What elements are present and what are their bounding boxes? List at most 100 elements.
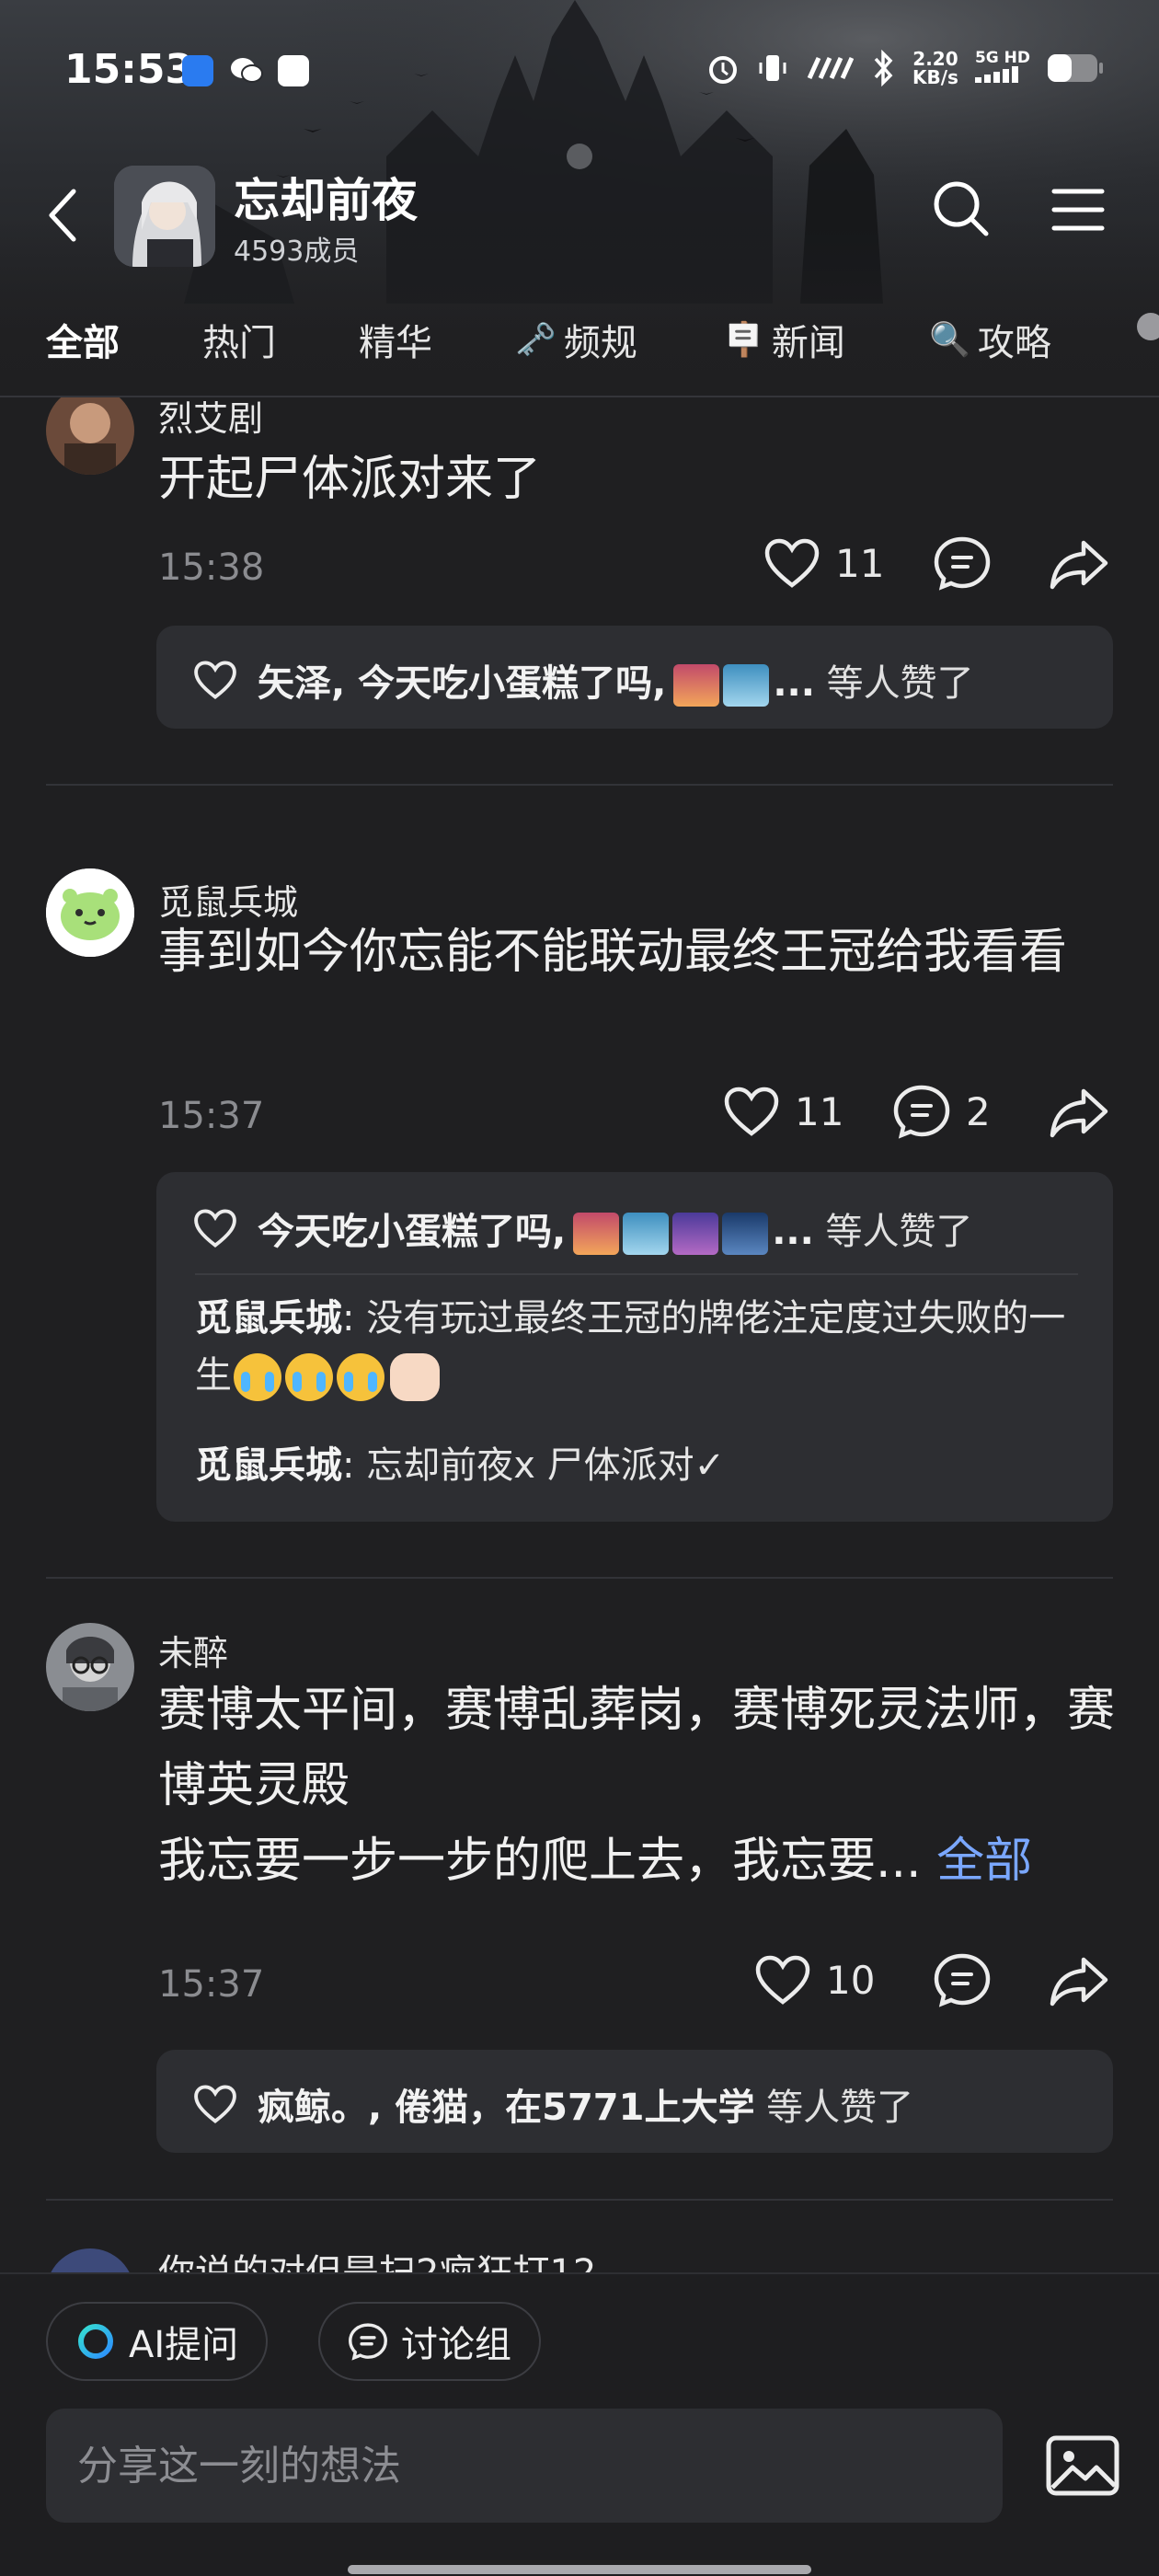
- post-content: 赛博太平间，赛博乱葬岗，赛博死灵法师，赛博英灵殿 我忘要一步一步的爬上去，我忘要…: [158, 1673, 1115, 1899]
- app-notification-icon: [182, 55, 213, 86]
- like-button[interactable]: 10: [754, 1954, 875, 2006]
- liked-by-names: 今天吃小蛋糕了吗,: [258, 1211, 567, 1253]
- crying-face-emoji: [285, 1353, 333, 1401]
- vibrate-icon: [759, 55, 786, 81]
- post-content-line: 我忘要一步一步的爬上去，我忘要...: [158, 1834, 922, 1889]
- likes-summary[interactable]: 矢泽, 今天吃小蛋糕了吗,... 等人赞了: [156, 626, 1113, 729]
- compose-input[interactable]: [77, 2409, 960, 2523]
- dusk-city-emoji: [672, 1213, 719, 1255]
- tab-label: 精华: [359, 322, 432, 364]
- share-icon[interactable]: [1049, 537, 1109, 591]
- liked-by-names: 疯鲸。, 倦猫，在5771上大学: [258, 2087, 755, 2129]
- like-button[interactable]: 11: [763, 537, 884, 589]
- tab-label: 新闻: [771, 322, 845, 364]
- comment-icon[interactable]: [933, 1952, 992, 2007]
- network-type-label: 5G HD: [974, 49, 1030, 67]
- reply-text: 忘却前夜x 尸体派对✓: [366, 1444, 726, 1487]
- comment-button[interactable]: 2: [892, 1084, 991, 1139]
- heart-small-icon: [194, 661, 236, 700]
- post-content: 开起尸体派对来了: [158, 452, 542, 507]
- ai-ask-button[interactable]: AI提问: [46, 2302, 269, 2381]
- signal-icon: [974, 66, 1018, 83]
- liked-by-names: 矢泽, 今天吃小蛋糕了吗,: [258, 662, 667, 705]
- heart-icon: [764, 538, 820, 588]
- nfc-icon: [807, 56, 854, 80]
- reply-divider: [195, 1273, 1078, 1275]
- alarm-icon: [709, 56, 737, 84]
- status-time: 15:53: [64, 46, 194, 93]
- compose-box[interactable]: [46, 2409, 1003, 2523]
- bottom-bar: AI提问 讨论组: [0, 2272, 1159, 2576]
- reply-item[interactable]: 觅鼠兵城: 没有玩过最终王冠的牌佬注定度过失败的一生: [195, 1290, 1078, 1404]
- username[interactable]: 你说的对但是扫2疯狂打12: [158, 2245, 596, 2272]
- username[interactable]: 未醉: [158, 1625, 228, 1675]
- sunset-city-emoji: [673, 664, 720, 707]
- share-icon[interactable]: [1049, 1086, 1109, 1139]
- user-avatar[interactable]: [46, 868, 134, 957]
- discussion-group-label: 讨论组: [401, 2324, 511, 2366]
- status-right-icons: 2.20 KB/s 5G HD: [706, 50, 1104, 86]
- tab-hot[interactable]: 热门: [202, 313, 276, 366]
- post-divider: [46, 1577, 1113, 1579]
- tab-label: 频规: [563, 322, 637, 364]
- menu-icon[interactable]: [1049, 180, 1107, 239]
- cityscape-emoji: [723, 664, 770, 707]
- network-type: 5G HD: [974, 49, 1030, 86]
- tab-all[interactable]: 全部: [46, 313, 120, 366]
- sunset-city-emoji: [573, 1213, 620, 1255]
- notification-icons: [182, 55, 309, 86]
- expand-all-link[interactable]: 全部: [936, 1834, 1032, 1889]
- comment-icon: [893, 1085, 950, 1139]
- username[interactable]: 烈艾剧: [158, 397, 263, 441]
- group-member-count: 4593成员: [234, 236, 360, 268]
- comment-icon[interactable]: [933, 535, 992, 591]
- bluetooth-icon: [874, 50, 893, 86]
- tab-guides[interactable]: 🔍 攻略: [929, 313, 1051, 366]
- tab-overflow-icon[interactable]: [1137, 313, 1159, 340]
- likes-summary-post-3[interactable]: 疯鲸。, 倦猫，在5771上大学 等人赞了: [156, 2050, 1113, 2153]
- post-divider: [46, 2199, 1113, 2201]
- crying-face-emoji: [234, 1353, 281, 1401]
- square-notification-icon: [278, 55, 309, 86]
- status-bar: 15:53 2.20 KB/s 5G HD: [0, 44, 1159, 99]
- tab-rules[interactable]: 🗝️ 频规: [515, 313, 637, 366]
- cityscape-emoji: [623, 1213, 670, 1255]
- like-count: 10: [826, 1957, 876, 2003]
- discussion-group-button[interactable]: 讨论组: [318, 2302, 541, 2381]
- user-avatar[interactable]: [46, 397, 134, 475]
- post-feed[interactable]: 烈艾剧 开起尸体派对来了 15:38 11 矢泽, 今天吃小蛋糕了吗,... 等…: [0, 397, 1159, 2272]
- reply-author[interactable]: 觅鼠兵城: [195, 1444, 342, 1487]
- ai-ask-label: AI提问: [129, 2324, 239, 2366]
- post-time: 15:37: [158, 1095, 265, 1137]
- net-speed: 2.20 KB/s: [912, 50, 958, 86]
- likes-and-replies[interactable]: 今天吃小蛋糕了吗,... 等人赞了 觅鼠兵城: 没有玩过最终王冠的牌佬注定度过失…: [156, 1172, 1113, 1522]
- group-name: 忘却前夜: [234, 174, 418, 227]
- post-content-truncated: 我忘要一步一步的爬上去，我忘要... 全部: [158, 1823, 1115, 1899]
- home-indicator[interactable]: [348, 2565, 811, 2574]
- liked-suffix: 等人赞了: [826, 662, 974, 705]
- tab-featured[interactable]: 精华: [359, 313, 432, 366]
- heart-icon: [724, 1087, 779, 1136]
- magnifier-icon: 🔍: [929, 321, 970, 359]
- post-item-partial[interactable]: 你说的对但是扫2疯狂打12: [0, 2245, 1159, 2272]
- user-avatar[interactable]: [46, 1623, 134, 1711]
- image-picker-icon[interactable]: [1045, 2434, 1120, 2497]
- ai-ring-icon: [78, 2324, 113, 2359]
- comment-count: 2: [966, 1088, 991, 1134]
- liked-by-ellipsis: ...: [772, 1211, 814, 1253]
- back-arrow-icon[interactable]: [44, 186, 81, 245]
- like-button[interactable]: 11: [723, 1086, 843, 1137]
- net-speed-value: 2.20: [912, 48, 958, 70]
- reply-item[interactable]: 觅鼠兵城: 忘却前夜x 尸体派对✓: [195, 1437, 1078, 1494]
- reply-author[interactable]: 觅鼠兵城: [195, 1297, 342, 1340]
- tab-news[interactable]: 🪧 新闻: [723, 313, 845, 366]
- tab-label: 攻略: [977, 322, 1051, 364]
- share-icon[interactable]: [1049, 1954, 1109, 2007]
- user-avatar[interactable]: [46, 2248, 134, 2272]
- fist-emoji: [390, 1353, 440, 1401]
- post-divider: [46, 784, 1113, 786]
- crying-face-emoji: [337, 1353, 384, 1401]
- search-icon[interactable]: [929, 177, 992, 239]
- post-content: 事到如今你忘能不能联动最终王冠给我看看: [158, 925, 1068, 980]
- group-avatar[interactable]: [114, 166, 215, 267]
